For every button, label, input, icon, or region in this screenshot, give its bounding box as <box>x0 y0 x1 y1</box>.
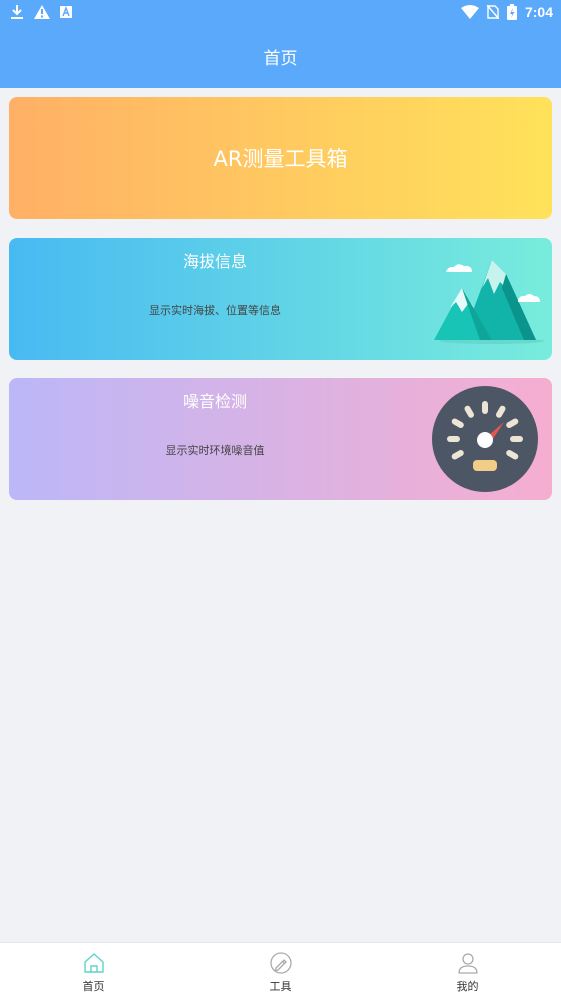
nav-label-tools: 工具 <box>269 980 292 993</box>
status-bar: 7:04 <box>0 0 561 24</box>
bottom-nav: 首页 工具 我的 <box>0 942 561 999</box>
card-noise-title: 噪音检测 <box>182 392 247 411</box>
nav-item-tools[interactable]: 工具 <box>187 943 374 999</box>
no-sim-icon <box>486 5 499 19</box>
card-noise[interactable]: 噪音检测 显示实时环境噪音值 <box>9 378 552 500</box>
text-a-icon <box>60 6 72 18</box>
card-ar-toolbox[interactable]: AR测量工具箱 <box>9 97 552 219</box>
card-noise-description: 显示实时环境噪音值 <box>165 444 265 457</box>
nav-label-home: 首页 <box>82 980 105 993</box>
status-left <box>10 4 72 20</box>
user-icon <box>457 953 478 974</box>
card-ar-toolbox-title: AR测量工具箱 <box>213 147 348 171</box>
app-header: 首页 <box>0 24 561 88</box>
nav-label-profile: 我的 <box>456 980 479 993</box>
card-altitude[interactable]: 海拔信息 显示实时海拔、位置等信息 <box>9 238 552 360</box>
nav-item-profile[interactable]: 我的 <box>374 943 561 999</box>
tools-icon <box>269 952 292 974</box>
card-altitude-description: 显示实时海拔、位置等信息 <box>149 304 281 317</box>
wifi-icon <box>460 5 479 19</box>
gauge-icon <box>432 386 538 492</box>
warning-icon <box>34 5 50 19</box>
card-altitude-title: 海拔信息 <box>182 252 247 271</box>
status-right: 7:04 <box>460 4 553 20</box>
mountain-icon <box>434 260 544 344</box>
home-icon <box>83 953 104 973</box>
nav-item-home[interactable]: 首页 <box>0 943 187 999</box>
download-icon <box>10 4 24 20</box>
clock: 7:04 <box>524 4 553 20</box>
battery-icon <box>506 4 517 20</box>
page-title: 首页 <box>263 48 298 69</box>
